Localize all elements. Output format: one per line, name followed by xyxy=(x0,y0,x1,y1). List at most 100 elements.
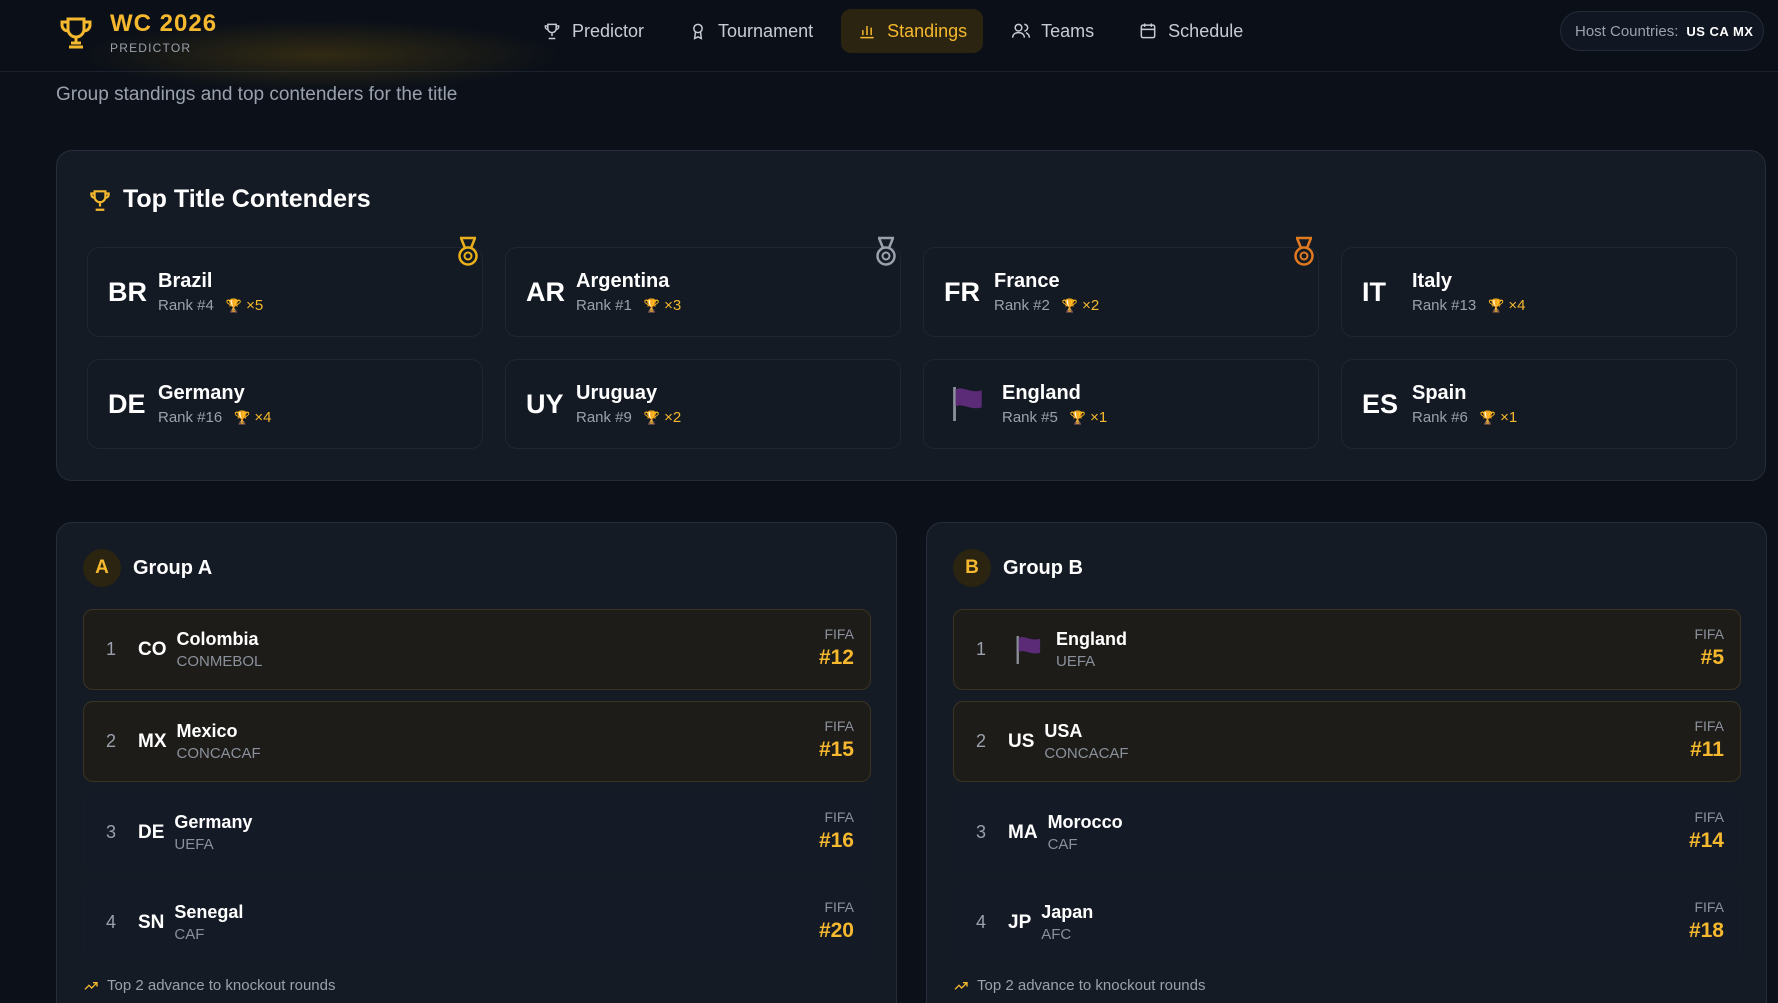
title-count: ×4 xyxy=(1508,297,1526,314)
contender-name: Argentina xyxy=(576,270,670,292)
trophy-icon: 🏆 xyxy=(1488,297,1505,313)
flag-icon xyxy=(950,384,984,424)
trophy-icon: 🏆 xyxy=(1479,409,1497,425)
row-position: 1 xyxy=(105,639,116,659)
row-position: 3 xyxy=(105,822,116,842)
fifa-label: FIFA xyxy=(1694,626,1724,642)
trophy-icon xyxy=(544,23,560,40)
contender-card[interactable]: AR Argentina Rank #1 🏆 ×3 xyxy=(505,236,901,337)
row-position: 3 xyxy=(975,822,986,842)
team-info: England UEFA xyxy=(1056,629,1127,670)
flag-icon xyxy=(1014,634,1042,666)
standings-row[interactable]: 4 JP Japan AFC FIFA #18 xyxy=(953,882,1741,963)
contender-card[interactable]: England Rank #5 🏆 ×1 xyxy=(923,359,1319,449)
team-confederation: UEFA xyxy=(174,836,214,853)
trophy-icon xyxy=(90,189,110,211)
host-label: Host Countries: xyxy=(1575,22,1679,40)
title-count: ×2 xyxy=(664,409,682,426)
country-code: IT xyxy=(1362,276,1386,307)
contender-card[interactable]: DE Germany Rank #16 🏆 ×4 xyxy=(87,359,483,449)
contender-info: Italy Rank #13 🏆 ×4 xyxy=(1412,270,1526,314)
contenders-title: Top Title Contenders xyxy=(87,185,371,214)
fifa-label: FIFA xyxy=(824,626,854,642)
standings-row[interactable]: 2 US USA CONCACAF FIFA #11 xyxy=(953,701,1741,782)
tab-teams[interactable]: Teams xyxy=(995,9,1110,53)
trophy-icon: 🏆 xyxy=(643,297,661,313)
contender-meta: Rank #16 🏆 ×4 xyxy=(158,409,272,426)
contender-name: Uruguay xyxy=(576,382,658,404)
team-name: Germany xyxy=(174,812,253,832)
standings-row[interactable]: 1 England UEFA FIFA #5 xyxy=(953,609,1741,690)
standings-row[interactable]: 1 CO Colombia CONMEBOL FIFA #12 xyxy=(83,609,871,690)
contender-info: England Rank #5 🏆 ×1 xyxy=(1002,382,1107,426)
row-position: 1 xyxy=(975,639,986,659)
country-code: MX xyxy=(138,730,167,752)
trophy-icon: 🏆 xyxy=(643,409,661,425)
top-navbar: WC 2026 PREDICTOR Predictor Tournament S… xyxy=(0,0,1778,90)
contender-name: Germany xyxy=(158,382,245,404)
team-name: Senegal xyxy=(174,902,244,922)
contenders-title-text: Top Title Contenders xyxy=(123,185,371,213)
contender-card[interactable]: ES Spain Rank #6 🏆 ×1 xyxy=(1341,359,1737,449)
contender-info: Spain Rank #6 🏆 ×1 xyxy=(1412,382,1517,426)
contender-info: Brazil Rank #4 🏆 ×5 xyxy=(158,270,263,314)
title-count: ×4 xyxy=(254,409,272,426)
fifa-rank: FIFA #14 xyxy=(1689,809,1724,853)
fifa-label: FIFA xyxy=(824,809,854,825)
tab-standings[interactable]: Standings xyxy=(841,9,984,53)
contender-rank: Rank #13 xyxy=(1412,297,1477,314)
fifa-rank: FIFA #11 xyxy=(1690,718,1724,762)
nav-tabs: Predictor Tournament Standings Teams Sch… xyxy=(526,9,1271,53)
contender-rank: Rank #5 xyxy=(1002,409,1058,426)
group-a-panel: A Group A Top 2 advance to knockout roun… xyxy=(56,522,897,1003)
contender-card[interactable]: IT Italy Rank #13 🏆 ×4 xyxy=(1341,247,1737,337)
host-countries-pill: Host Countries: US CA MX xyxy=(1560,11,1764,51)
row-position: 2 xyxy=(105,731,116,751)
contender-name: England xyxy=(1002,382,1081,404)
contender-info: Germany Rank #16 🏆 ×4 xyxy=(158,382,272,426)
tab-predictor[interactable]: Predictor xyxy=(526,9,660,53)
brand-logo[interactable]: WC 2026 PREDICTOR xyxy=(56,10,217,56)
title-count: ×3 xyxy=(664,297,682,314)
contender-card[interactable]: UY Uruguay Rank #9 🏆 ×2 xyxy=(505,359,901,449)
tab-label: Teams xyxy=(1041,20,1095,41)
standings-row[interactable]: 3 MA Morocco CAF FIFA #14 xyxy=(953,792,1741,873)
team-info: Colombia CONMEBOL xyxy=(177,629,263,670)
team-confederation: CAF xyxy=(1047,836,1078,853)
group-title: Group B xyxy=(1003,556,1083,579)
users-icon xyxy=(1012,23,1031,38)
standings-row[interactable]: 4 SN Senegal CAF FIFA #20 xyxy=(83,882,871,963)
tab-tournament[interactable]: Tournament xyxy=(672,9,829,53)
team-info: USA CONCACAF xyxy=(1044,721,1128,762)
team-info: Japan AFC xyxy=(1041,902,1093,943)
country-code: FR xyxy=(944,276,980,307)
group-title: Group A xyxy=(133,556,213,579)
standings-row[interactable]: 3 DE Germany UEFA FIFA #16 xyxy=(83,792,871,873)
team-confederation: CONCACAF xyxy=(176,745,261,762)
fifa-rank-value: #11 xyxy=(1690,738,1724,761)
tab-label: Tournament xyxy=(718,20,814,41)
brand-subtitle: PREDICTOR xyxy=(110,41,192,55)
award-icon xyxy=(693,23,703,40)
team-confederation: CAF xyxy=(174,926,205,943)
tab-label: Standings xyxy=(887,20,968,41)
trophy-icon: 🏆 xyxy=(225,297,243,313)
contender-meta: Rank #4 🏆 ×5 xyxy=(158,297,263,314)
tab-schedule[interactable]: Schedule xyxy=(1122,9,1259,53)
group-b-panel: B Group B Top 2 advance to knockout roun… xyxy=(926,522,1767,1003)
fifa-label: FIFA xyxy=(1694,718,1724,734)
title-count: ×1 xyxy=(1500,409,1518,426)
row-position: 4 xyxy=(105,912,116,932)
country-code: MA xyxy=(1008,821,1038,843)
fifa-rank: FIFA #18 xyxy=(1689,899,1724,943)
bar-chart-icon xyxy=(860,26,874,39)
trophy-icon: 🏆 xyxy=(1061,297,1079,313)
contender-rank: Rank #2 xyxy=(994,297,1050,314)
standings-row[interactable]: 2 MX Mexico CONCACAF FIFA #15 xyxy=(83,701,871,782)
contender-card[interactable]: BR Brazil Rank #4 🏆 ×5 xyxy=(87,236,483,337)
trending-up-icon xyxy=(84,981,98,990)
country-code: SN xyxy=(138,911,165,933)
contender-rank: Rank #1 xyxy=(576,297,632,314)
team-name: USA xyxy=(1044,721,1083,741)
contender-card[interactable]: FR France Rank #2 🏆 ×2 xyxy=(923,236,1319,337)
